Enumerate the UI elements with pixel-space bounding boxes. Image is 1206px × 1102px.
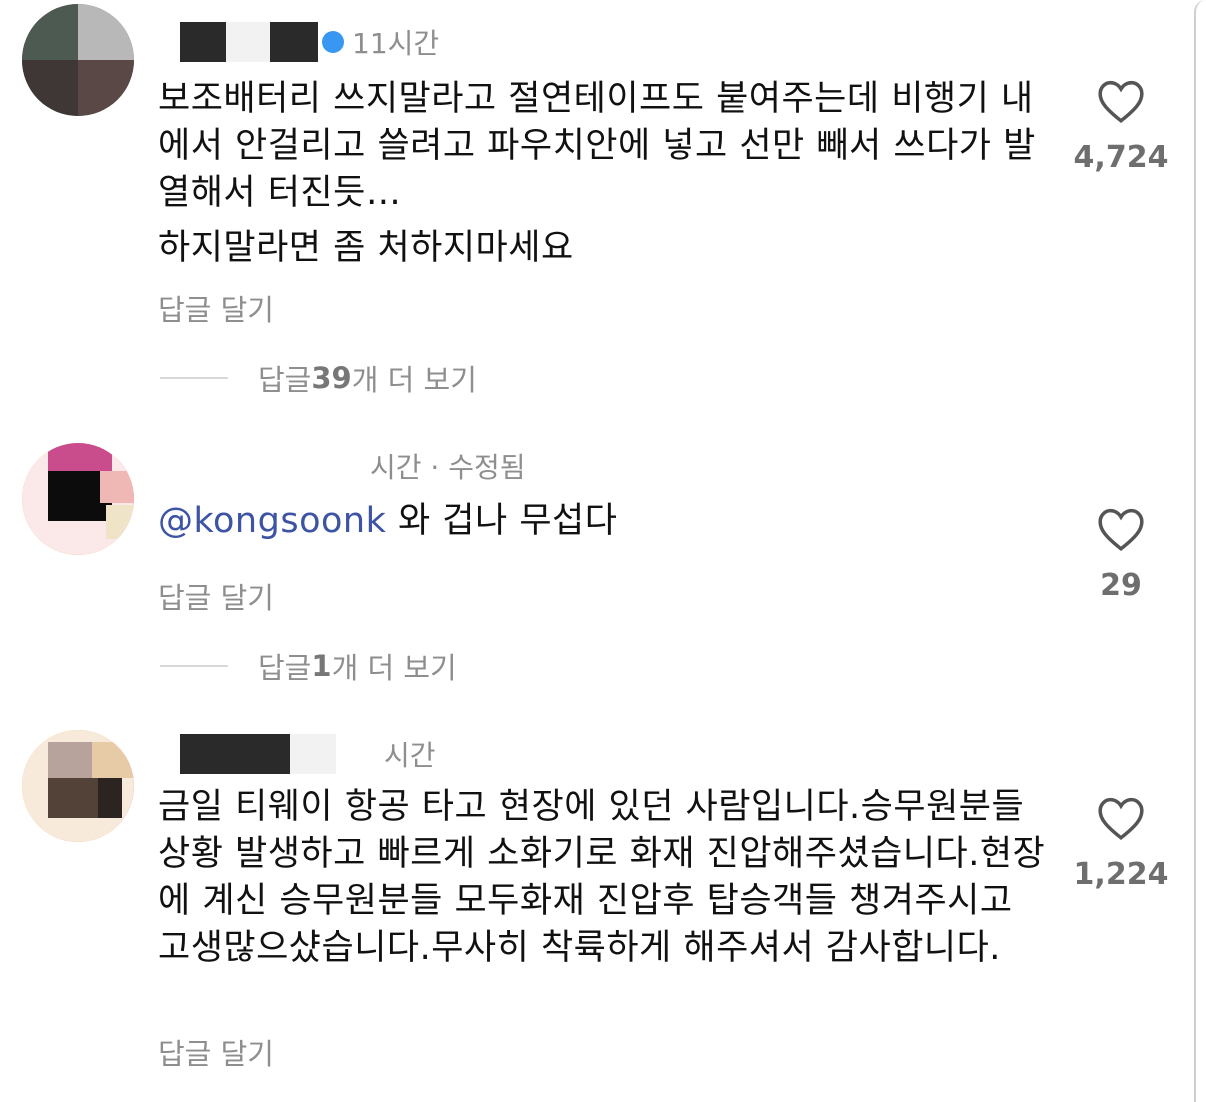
divider-line — [160, 377, 228, 379]
comment-body: 와 겁나 무섭다 — [386, 501, 618, 541]
like-group: 1,224 — [1066, 795, 1176, 892]
comment-text: 금일 티웨이 항공 타고 현장에 있던 사람입니다.승무원분들 상황 발생하고 … — [158, 784, 1048, 972]
like-count: 4,724 — [1073, 140, 1169, 175]
divider-line — [160, 665, 228, 667]
username-redacted[interactable] — [180, 734, 290, 774]
heart-outline-icon[interactable] — [1096, 78, 1146, 124]
more-suffix: 개 더 보기 — [351, 363, 477, 397]
comment-body: 금일 티웨이 항공 타고 현장에 있던 사람입니다.승무원분들 상황 발생하고 … — [158, 787, 1046, 968]
avatar[interactable] — [22, 4, 134, 116]
more-count: 39 — [311, 361, 352, 395]
screen-edge — [1194, 0, 1206, 1102]
more-suffix: 개 더 보기 — [331, 651, 457, 685]
comment-text: 보조배터리 쓰지말라고 절연테이프도 붙여주는데 비행기 내에서 안걸리고 쓸려… — [158, 76, 1048, 272]
comment-time: 11시간 — [352, 27, 440, 60]
heart-outline-icon[interactable] — [1096, 795, 1146, 841]
comment-body: 보조배터리 쓰지말라고 절연테이프도 붙여주는데 비행기 내에서 안걸리고 쓸려… — [158, 79, 1036, 213]
comment-meta: 시간 — [158, 734, 436, 774]
more-prefix: 답글 — [258, 651, 312, 685]
like-count: 1,224 — [1073, 857, 1169, 892]
username-redacted[interactable] — [180, 22, 226, 62]
like-group: 29 — [1066, 506, 1176, 603]
comment-time: 시간 · 수정됨 — [370, 451, 526, 484]
comments-screen: 11시간 보조배터리 쓰지말라고 절연테이프도 붙여주는데 비행기 내에서 안걸… — [0, 0, 1206, 1102]
mention-link[interactable]: @kongsoonk — [158, 501, 386, 541]
more-prefix: 답글 — [258, 363, 312, 397]
comment-meta: 시간 · 수정됨 — [370, 446, 526, 486]
comment-body-line2: 하지말라면 좀 처하지마세요 — [158, 228, 574, 268]
comment-time: 시간 — [384, 739, 436, 772]
avatar[interactable] — [22, 730, 134, 842]
comment-text: @kongsoonk 와 겁나 무섭다 — [158, 498, 1048, 545]
avatar[interactable] — [22, 443, 134, 555]
heart-outline-icon[interactable] — [1096, 506, 1146, 552]
verified-badge-icon — [322, 31, 344, 53]
like-count: 29 — [1100, 568, 1142, 603]
view-replies-button[interactable]: 답글 39 개 더 보기 — [160, 357, 477, 399]
view-replies-button[interactable]: 답글 1개 더 보기 — [160, 645, 457, 687]
reply-button[interactable]: 답글 달기 — [158, 287, 274, 329]
like-group: 4,724 — [1066, 78, 1176, 175]
comment-meta: 11시간 — [158, 22, 439, 62]
reply-button[interactable]: 답글 달기 — [158, 575, 274, 617]
more-count: 1 — [311, 649, 332, 683]
reply-button[interactable]: 답글 달기 — [158, 1031, 274, 1073]
